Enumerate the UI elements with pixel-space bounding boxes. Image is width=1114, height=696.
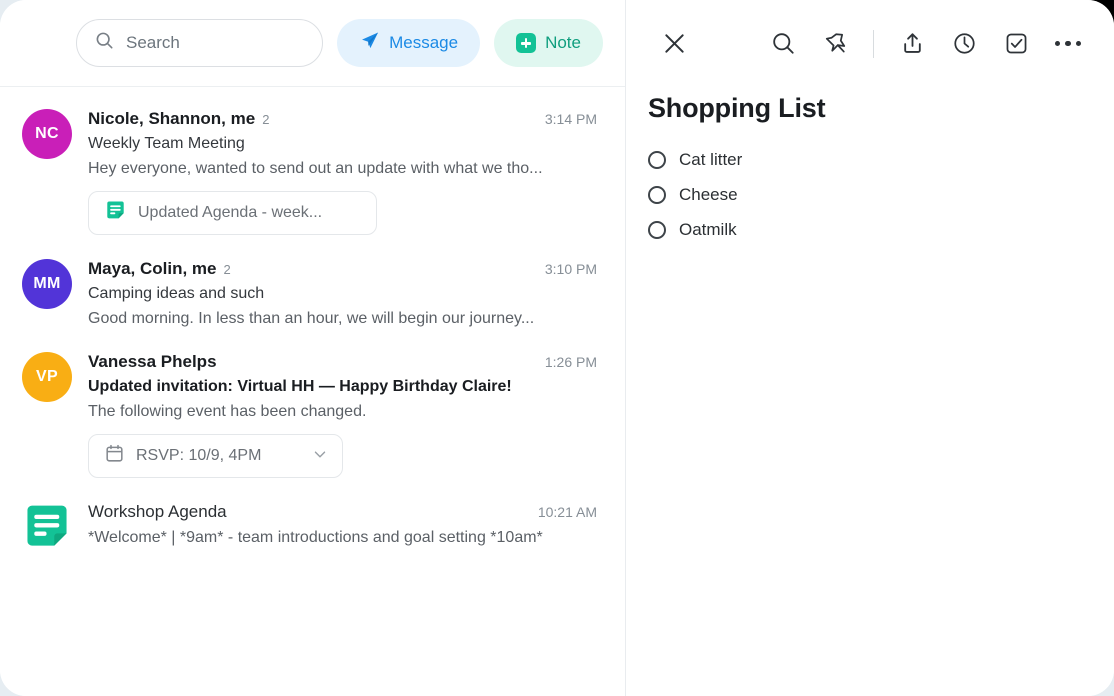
checkbox-circle-icon[interactable] xyxy=(648,151,666,169)
attachment-chip-label: Updated Agenda - week... xyxy=(138,204,322,222)
conversation-preview: The following event has been changed. xyxy=(88,403,597,421)
checklist-item-label: Oatmilk xyxy=(679,220,737,240)
note-checklist: Cat litter Cheese Oatmilk xyxy=(626,124,1114,247)
note-title: Workshop Agenda xyxy=(88,502,227,522)
checkbox-circle-icon[interactable] xyxy=(648,221,666,239)
toolbar-divider xyxy=(873,30,874,58)
conversation-list[interactable]: NC Nicole, Shannon, me 2 3:14 PM Weekly … xyxy=(0,87,625,696)
conversation-participants: Nicole, Shannon, me xyxy=(88,109,255,129)
conversation-row[interactable]: VP Vanessa Phelps 1:26 PM Updated invita… xyxy=(0,340,625,490)
note-doc-icon xyxy=(105,200,126,226)
avatar: VP xyxy=(22,352,72,402)
more-horizontal-icon[interactable] xyxy=(1048,24,1088,64)
conversation-header-line: Vanessa Phelps 1:26 PM xyxy=(88,352,597,372)
pin-icon[interactable] xyxy=(815,24,855,64)
note-plus-icon xyxy=(516,33,536,53)
paper-plane-icon xyxy=(359,30,380,56)
message-button-label: Message xyxy=(389,33,458,53)
conversation-header-line: Maya, Colin, me 2 3:10 PM xyxy=(88,259,597,279)
chevron-down-icon[interactable] xyxy=(311,445,329,468)
checkbox-task-icon[interactable] xyxy=(996,24,1036,64)
message-button[interactable]: Message xyxy=(337,19,480,67)
checkbox-circle-icon[interactable] xyxy=(648,186,666,204)
search-placeholder-text: Search xyxy=(126,33,180,53)
conversation-body: Nicole, Shannon, me 2 3:14 PM Weekly Tea… xyxy=(88,109,597,235)
timestamp: 3:14 PM xyxy=(535,111,597,127)
conversation-row[interactable]: NC Nicole, Shannon, me 2 3:14 PM Weekly … xyxy=(0,97,625,247)
checklist-item[interactable]: Cat litter xyxy=(648,142,1086,177)
share-upload-icon[interactable] xyxy=(892,24,932,64)
conversation-body: Workshop Agenda 10:21 AM *Welcome* | *9a… xyxy=(88,502,597,552)
note-toolbar-actions xyxy=(763,24,1088,64)
note-detail-title: Shopping List xyxy=(626,87,1114,124)
search-input[interactable]: Search xyxy=(76,19,323,67)
conversation-header-line: Workshop Agenda 10:21 AM xyxy=(88,502,597,522)
search-icon[interactable] xyxy=(763,24,803,64)
conversation-subject: Camping ideas and such xyxy=(88,285,597,303)
conversation-participants: Maya, Colin, me xyxy=(88,259,216,279)
note-doc-icon xyxy=(22,502,72,552)
note-toolbar xyxy=(626,0,1114,87)
checklist-item[interactable]: Cheese xyxy=(648,177,1086,212)
conversation-preview: Good morning. In less than an hour, we w… xyxy=(88,310,597,328)
conversation-subject: Updated invitation: Virtual HH — Happy B… xyxy=(88,378,597,396)
rsvp-chip[interactable]: RSVP: 10/9, 4PM xyxy=(88,434,343,478)
checklist-item-label: Cheese xyxy=(679,185,738,205)
search-icon xyxy=(95,31,114,55)
conversation-row[interactable]: Workshop Agenda 10:21 AM *Welcome* | *9a… xyxy=(0,490,625,564)
note-button[interactable]: Note xyxy=(494,19,603,67)
list-header-toolbar: Search Message Note xyxy=(0,0,625,87)
conversation-participants: Vanessa Phelps xyxy=(88,352,217,372)
message-count-badge: 2 xyxy=(223,262,230,277)
conversation-body: Maya, Colin, me 2 3:10 PM Camping ideas … xyxy=(88,259,597,328)
app-window: Search Message Note NC xyxy=(0,0,1114,696)
timestamp: 1:26 PM xyxy=(535,354,597,370)
clock-icon[interactable] xyxy=(944,24,984,64)
timestamp: 10:21 AM xyxy=(528,504,597,520)
note-button-label: Note xyxy=(545,33,581,53)
conversation-subject: Weekly Team Meeting xyxy=(88,135,597,153)
avatar: NC xyxy=(22,109,72,159)
attachment-chip[interactable]: Updated Agenda - week... xyxy=(88,191,377,235)
checklist-item-label: Cat litter xyxy=(679,150,742,170)
message-count-badge: 2 xyxy=(262,112,269,127)
calendar-icon xyxy=(105,444,124,468)
conversation-preview: *Welcome* | *9am* - team introductions a… xyxy=(88,529,597,547)
conversation-header-line: Nicole, Shannon, me 2 3:14 PM xyxy=(88,109,597,129)
conversation-body: Vanessa Phelps 1:26 PM Updated invitatio… xyxy=(88,352,597,478)
conversation-list-pane: Search Message Note NC xyxy=(0,0,626,696)
note-detail-pane: Shopping List Cat litter Cheese Oatmilk xyxy=(626,0,1114,696)
conversation-preview: Hey everyone, wanted to send out an upda… xyxy=(88,160,597,178)
checklist-item[interactable]: Oatmilk xyxy=(648,212,1086,247)
conversation-row[interactable]: MM Maya, Colin, me 2 3:10 PM Camping ide… xyxy=(0,247,625,340)
timestamp: 3:10 PM xyxy=(535,261,597,277)
more-dots xyxy=(1055,41,1082,47)
rsvp-chip-label: RSVP: 10/9, 4PM xyxy=(136,447,261,465)
avatar: MM xyxy=(22,259,72,309)
close-icon[interactable] xyxy=(654,24,694,64)
